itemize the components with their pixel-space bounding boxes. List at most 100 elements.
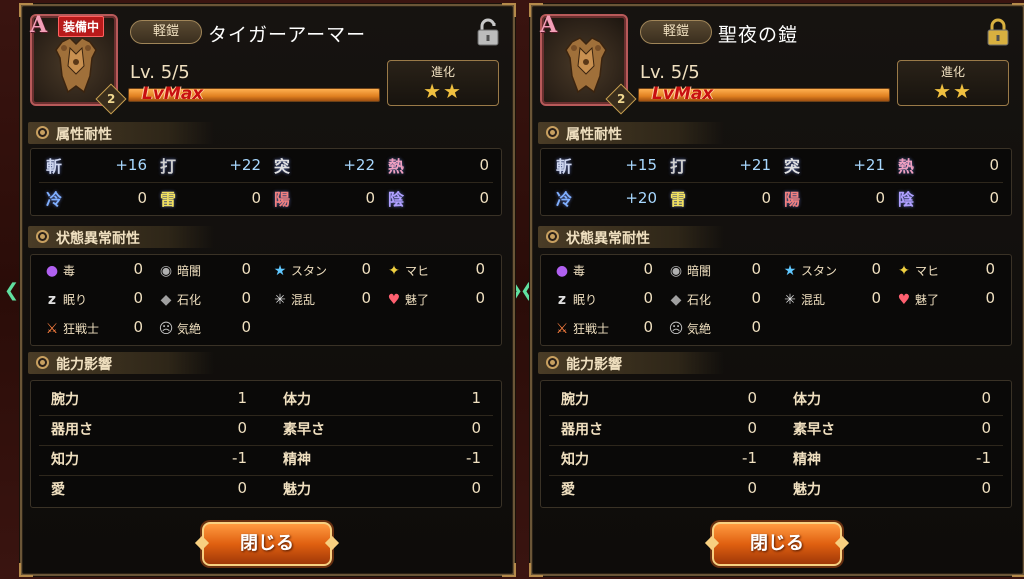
item-level-badge: 2 <box>605 83 637 115</box>
section-bullet-icon <box>36 126 49 139</box>
attr-resist-value: +15 <box>625 156 657 174</box>
ability-box: 腕力 1 体力 1 器用さ 0 素早さ 0 知力 -1 精神 -1 愛 0 魅力 0 <box>30 380 502 508</box>
ability-value: 0 <box>237 419 247 437</box>
attr-resist-value: 0 <box>761 189 771 207</box>
status-resist-stun: ★ スタン 0 <box>269 259 371 283</box>
attr-resist-value: +22 <box>343 156 375 174</box>
evolution-stars: ★★ <box>933 79 973 103</box>
status-value: 0 <box>475 289 485 307</box>
status-resist-blind: ◉ 暗闇 0 <box>665 259 761 283</box>
strike-icon: 打 <box>159 157 176 176</box>
attr-resist-slash: 斬 +16 <box>43 155 147 179</box>
lock-icon[interactable] <box>985 18 1011 46</box>
evolution-label: 進化 <box>430 65 455 79</box>
dark-icon: 陰 <box>897 190 914 209</box>
section-header-attribute: 属性耐性 <box>538 122 724 144</box>
ability-label: 愛 <box>51 482 65 498</box>
status-resist-sleep: z 眠り 0 <box>41 288 143 312</box>
paralysis-icon: ✦ <box>898 263 910 279</box>
section-header-attribute: 属性耐性 <box>28 122 214 144</box>
ability-label: 体力 <box>283 392 311 408</box>
poison-icon: ● <box>45 263 59 279</box>
ability-label: 知力 <box>51 452 79 468</box>
attribute-resist-box: 斬 +15 打 +21 突 +21 熱 0 冷 +20 雷 0 陽 0 陰 0 <box>540 148 1012 216</box>
status-value: 0 <box>241 260 251 278</box>
ability-label: 素早さ <box>283 422 325 438</box>
status-value: 0 <box>241 289 251 307</box>
strike-icon: 打 <box>669 157 686 176</box>
attr-resist-value: 0 <box>479 156 489 174</box>
ability-label: 器用さ <box>51 422 93 438</box>
item-type-chip: 軽鎧 <box>640 20 712 44</box>
status-label: 暗闇 <box>177 264 202 278</box>
item-name: 聖夜の鎧 <box>718 24 799 46</box>
status-resist-berserk: ⚔ 狂戦士 0 <box>41 317 143 341</box>
status-value: 0 <box>985 289 995 307</box>
confusion-icon: ✳ <box>274 292 286 308</box>
item-name: タイガーアーマー <box>208 24 367 46</box>
status-label: スタン <box>291 264 328 278</box>
close-button[interactable]: 閉じる <box>202 522 332 566</box>
berserk-icon: ⚔ <box>555 321 569 337</box>
ability-row: 器用さ 0 <box>541 419 773 443</box>
status-value: 0 <box>361 260 371 278</box>
status-resist-poison: ● 毒 0 <box>41 259 143 283</box>
status-resist-charm: ♥ 魅了 0 <box>893 288 995 312</box>
attr-resist-strike: 打 +21 <box>667 155 771 179</box>
pierce-icon: 突 <box>783 157 800 176</box>
status-resist-blind: ◉ 暗闇 0 <box>155 259 251 283</box>
status-label: 狂戦士 <box>573 322 610 336</box>
attr-resist-value: 0 <box>989 189 999 207</box>
status-resist-confusion: ✳ 混乱 0 <box>269 288 371 312</box>
ability-label: 精神 <box>793 452 821 468</box>
faint-icon: ☹ <box>668 321 684 337</box>
sleep-icon: z <box>47 292 57 308</box>
status-resist-box: ● 毒 0 ◉ 暗闇 0 ★ スタン 0 ✦ マヒ 0 z 眠り 0 ◆ 石化 0 ✳ 混乱 0 ♥ 魅了 0 ⚔ 狂戦士 0 ☹ 気絶… <box>30 254 502 346</box>
status-resist-stun: ★ スタン 0 <box>779 259 881 283</box>
item-thumbnail: A 装備中 2 <box>30 12 127 115</box>
ability-label: 腕力 <box>561 392 589 408</box>
status-resist-faint: ☹ 気絶 0 <box>665 317 761 341</box>
frame-corner <box>502 563 516 577</box>
stun-icon: ★ <box>783 263 797 279</box>
status-resist-poison: ● 毒 0 <box>551 259 653 283</box>
section-bullet-icon <box>546 356 559 369</box>
poison-icon: ● <box>555 263 569 279</box>
attr-resist-value: +22 <box>229 156 261 174</box>
ability-label: 器用さ <box>561 422 603 438</box>
status-label: マヒ <box>405 264 430 278</box>
status-label: 石化 <box>687 293 712 307</box>
ability-value: 1 <box>471 389 481 407</box>
status-value: 0 <box>475 260 485 278</box>
ability-row: 愛0 <box>31 479 263 503</box>
status-label: マヒ <box>915 264 940 278</box>
ability-value: 0 <box>237 479 247 497</box>
ability-label: 素早さ <box>793 422 835 438</box>
blind-icon: ◉ <box>159 263 173 279</box>
status-label: 狂戦士 <box>63 322 100 336</box>
attr-resist-value: 0 <box>875 189 885 207</box>
status-label: 毒 <box>573 264 586 278</box>
ability-value: 0 <box>747 419 757 437</box>
status-label: 眠り <box>573 293 598 307</box>
item-thumbnail: A 2 <box>540 12 637 115</box>
thunder-icon: 雷 <box>159 190 176 209</box>
close-button[interactable]: 閉じる <box>712 522 842 566</box>
status-resist-box: ● 毒 0 ◉ 暗闇 0 ★ スタン 0 ✦ マヒ 0 z 眠り 0 ◆ 石化 0 ✳ 混乱 0 ♥ 魅了 0 ⚔ 狂戦士 0 ☹ 気絶… <box>540 254 1012 346</box>
attr-resist-cold: 冷 +20 <box>553 188 657 212</box>
lock-icon[interactable] <box>475 18 501 46</box>
status-value: 0 <box>985 260 995 278</box>
frame-corner <box>1012 563 1024 577</box>
attr-resist-light: 陽0 <box>271 188 375 212</box>
ability-label: 魅力 <box>793 482 821 498</box>
prev-arrow-icon[interactable]: ❮ <box>4 280 19 304</box>
lvmax-label: LvMax <box>142 84 204 104</box>
equipment-detail-panel-left: A 装備中 2 軽鎧 タイガーアーマー Lv. 5/5 LvMax 進化 ★★ … <box>19 3 516 577</box>
attribute-resist-box: 斬 +16 打 +22 突 +22 熱 0 冷 0 雷 0 陽 0 陰 0 <box>30 148 502 216</box>
ability-row: 体力 0 <box>773 389 1005 413</box>
status-value: 0 <box>643 260 653 278</box>
ability-label: 体力 <box>793 392 821 408</box>
ability-value: 0 <box>981 419 991 437</box>
ability-value: 0 <box>747 389 757 407</box>
status-label: 眠り <box>63 293 88 307</box>
